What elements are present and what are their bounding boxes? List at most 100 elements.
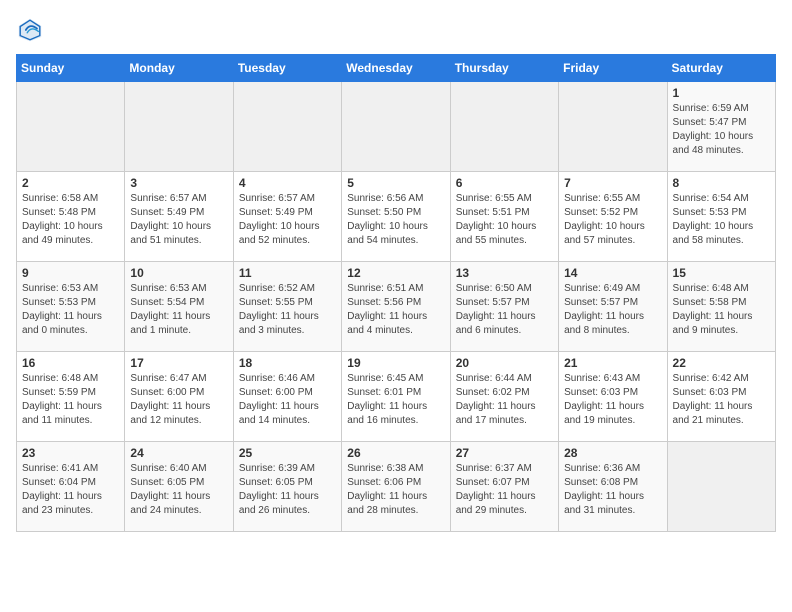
day-number: 5 bbox=[347, 176, 444, 190]
day-info: Sunrise: 6:54 AM Sunset: 5:53 PM Dayligh… bbox=[673, 192, 770, 248]
day-number: 6 bbox=[456, 176, 553, 190]
week-row-4: 16 Sunrise: 6:48 AM Sunset: 5:59 PM Dayli… bbox=[17, 352, 776, 442]
day-info: Sunrise: 6:57 AM Sunset: 5:49 PM Dayligh… bbox=[130, 192, 227, 248]
day-number: 17 bbox=[130, 356, 227, 370]
day-number: 9 bbox=[22, 266, 119, 280]
day-cell: 11Sunrise: 6:52 AM Sunset: 5:55 PM Dayli… bbox=[233, 262, 341, 352]
day-cell bbox=[667, 442, 775, 532]
day-info: Sunrise: 6:53 AM Sunset: 5:54 PM Dayligh… bbox=[130, 282, 227, 338]
day-info: Sunrise: 6:42 AM Sunset: 6:03 PM Dayligh… bbox=[673, 372, 770, 428]
day-info: Sunrise: 6:38 AM Sunset: 6:06 PM Dayligh… bbox=[347, 462, 444, 518]
calendar-table: SundayMondayTuesdayWednesdayThursdayFrid… bbox=[16, 54, 776, 532]
day-info: Sunrise: 6:40 AM Sunset: 6:05 PM Dayligh… bbox=[130, 462, 227, 518]
day-number: 4 bbox=[239, 176, 336, 190]
day-info: Sunrise: 6:57 AM Sunset: 5:49 PM Dayligh… bbox=[239, 192, 336, 248]
day-number: 14 bbox=[564, 266, 661, 280]
day-info: Sunrise: 6:41 AM Sunset: 6:04 PM Dayligh… bbox=[22, 462, 119, 518]
weekday-header-sunday: Sunday bbox=[17, 55, 125, 82]
day-cell: 27 Sunrise: 6:37 AM Sunset: 6:07 PM Dayli… bbox=[450, 442, 558, 532]
day-cell: 22 Sunrise: 6:42 AM Sunset: 6:03 PM Dayli… bbox=[667, 352, 775, 442]
day-number: 18 bbox=[239, 356, 336, 370]
logo-icon bbox=[16, 16, 44, 44]
day-number: 25 bbox=[239, 446, 336, 460]
day-cell: 28 Sunrise: 6:36 AM Sunset: 6:08 PM Dayli… bbox=[559, 442, 667, 532]
day-info: Sunrise: 6:49 AM Sunset: 5:57 PM Dayligh… bbox=[564, 282, 661, 338]
day-cell: 9 Sunrise: 6:53 AM Sunset: 5:53 PM Daylig… bbox=[17, 262, 125, 352]
day-number: 28 bbox=[564, 446, 661, 460]
day-cell: 4 Sunrise: 6:57 AM Sunset: 5:49 PM Daylig… bbox=[233, 172, 341, 262]
day-number: 23 bbox=[22, 446, 119, 460]
day-info: Sunrise: 6:59 AM Sunset: 5:47 PM Dayligh… bbox=[673, 102, 770, 158]
day-info: Sunrise: 6:45 AM Sunset: 6:01 PM Dayligh… bbox=[347, 372, 444, 428]
day-cell: 13 Sunrise: 6:50 AM Sunset: 5:57 PM Dayli… bbox=[450, 262, 558, 352]
day-number: 11 bbox=[239, 266, 336, 280]
day-info: Sunrise: 6:47 AM Sunset: 6:00 PM Dayligh… bbox=[130, 372, 227, 428]
week-row-5: 23 Sunrise: 6:41 AM Sunset: 6:04 PM Dayli… bbox=[17, 442, 776, 532]
day-cell: 18 Sunrise: 6:46 AM Sunset: 6:00 PM Dayli… bbox=[233, 352, 341, 442]
day-cell: 15 Sunrise: 6:48 AM Sunset: 5:58 PM Dayli… bbox=[667, 262, 775, 352]
day-info: Sunrise: 6:55 AM Sunset: 5:52 PM Dayligh… bbox=[564, 192, 661, 248]
day-info: Sunrise: 6:48 AM Sunset: 5:59 PM Dayligh… bbox=[22, 372, 119, 428]
day-number: 7 bbox=[564, 176, 661, 190]
day-cell: 25 Sunrise: 6:39 AM Sunset: 6:05 PM Dayli… bbox=[233, 442, 341, 532]
day-number: 8 bbox=[673, 176, 770, 190]
day-cell: 12 Sunrise: 6:51 AM Sunset: 5:56 PM Dayli… bbox=[342, 262, 450, 352]
day-info: Sunrise: 6:58 AM Sunset: 5:48 PM Dayligh… bbox=[22, 192, 119, 248]
day-number: 12 bbox=[347, 266, 444, 280]
week-row-1: 1Sunrise: 6:59 AM Sunset: 5:47 PM Daylig… bbox=[17, 82, 776, 172]
day-cell: 3 Sunrise: 6:57 AM Sunset: 5:49 PM Daylig… bbox=[125, 172, 233, 262]
weekday-header-thursday: Thursday bbox=[450, 55, 558, 82]
day-cell: 10 Sunrise: 6:53 AM Sunset: 5:54 PM Dayli… bbox=[125, 262, 233, 352]
day-cell: 6Sunrise: 6:55 AM Sunset: 5:51 PM Daylig… bbox=[450, 172, 558, 262]
day-number: 10 bbox=[130, 266, 227, 280]
day-number: 27 bbox=[456, 446, 553, 460]
day-cell bbox=[233, 82, 341, 172]
day-cell: 19Sunrise: 6:45 AM Sunset: 6:01 PM Dayli… bbox=[342, 352, 450, 442]
day-info: Sunrise: 6:39 AM Sunset: 6:05 PM Dayligh… bbox=[239, 462, 336, 518]
day-cell bbox=[559, 82, 667, 172]
day-number: 22 bbox=[673, 356, 770, 370]
day-number: 21 bbox=[564, 356, 661, 370]
day-cell bbox=[125, 82, 233, 172]
day-cell: 8 Sunrise: 6:54 AM Sunset: 5:53 PM Daylig… bbox=[667, 172, 775, 262]
day-info: Sunrise: 6:44 AM Sunset: 6:02 PM Dayligh… bbox=[456, 372, 553, 428]
day-number: 26 bbox=[347, 446, 444, 460]
day-cell: 17 Sunrise: 6:47 AM Sunset: 6:00 PM Dayli… bbox=[125, 352, 233, 442]
day-info: Sunrise: 6:43 AM Sunset: 6:03 PM Dayligh… bbox=[564, 372, 661, 428]
day-cell: 2 Sunrise: 6:58 AM Sunset: 5:48 PM Daylig… bbox=[17, 172, 125, 262]
day-cell: 26 Sunrise: 6:38 AM Sunset: 6:06 PM Dayli… bbox=[342, 442, 450, 532]
day-number: 2 bbox=[22, 176, 119, 190]
day-info: Sunrise: 6:48 AM Sunset: 5:58 PM Dayligh… bbox=[673, 282, 770, 338]
day-number: 16 bbox=[22, 356, 119, 370]
day-info: Sunrise: 6:51 AM Sunset: 5:56 PM Dayligh… bbox=[347, 282, 444, 338]
week-row-3: 9 Sunrise: 6:53 AM Sunset: 5:53 PM Daylig… bbox=[17, 262, 776, 352]
day-cell: 23 Sunrise: 6:41 AM Sunset: 6:04 PM Dayli… bbox=[17, 442, 125, 532]
day-cell bbox=[17, 82, 125, 172]
day-info: Sunrise: 6:53 AM Sunset: 5:53 PM Dayligh… bbox=[22, 282, 119, 338]
weekday-header-row: SundayMondayTuesdayWednesdayThursdayFrid… bbox=[17, 55, 776, 82]
weekday-header-wednesday: Wednesday bbox=[342, 55, 450, 82]
day-cell bbox=[450, 82, 558, 172]
day-cell: 21 Sunrise: 6:43 AM Sunset: 6:03 PM Dayli… bbox=[559, 352, 667, 442]
day-cell: 5 Sunrise: 6:56 AM Sunset: 5:50 PM Daylig… bbox=[342, 172, 450, 262]
day-info: Sunrise: 6:56 AM Sunset: 5:50 PM Dayligh… bbox=[347, 192, 444, 248]
weekday-header-saturday: Saturday bbox=[667, 55, 775, 82]
day-number: 20 bbox=[456, 356, 553, 370]
day-info: Sunrise: 6:37 AM Sunset: 6:07 PM Dayligh… bbox=[456, 462, 553, 518]
day-info: Sunrise: 6:36 AM Sunset: 6:08 PM Dayligh… bbox=[564, 462, 661, 518]
day-cell bbox=[342, 82, 450, 172]
day-cell: 14 Sunrise: 6:49 AM Sunset: 5:57 PM Dayli… bbox=[559, 262, 667, 352]
week-row-2: 2 Sunrise: 6:58 AM Sunset: 5:48 PM Daylig… bbox=[17, 172, 776, 262]
day-number: 24 bbox=[130, 446, 227, 460]
day-cell: 16 Sunrise: 6:48 AM Sunset: 5:59 PM Dayli… bbox=[17, 352, 125, 442]
logo bbox=[16, 16, 48, 44]
day-cell: 7 Sunrise: 6:55 AM Sunset: 5:52 PM Daylig… bbox=[559, 172, 667, 262]
day-info: Sunrise: 6:50 AM Sunset: 5:57 PM Dayligh… bbox=[456, 282, 553, 338]
day-number: 3 bbox=[130, 176, 227, 190]
day-number: 15 bbox=[673, 266, 770, 280]
day-number: 13 bbox=[456, 266, 553, 280]
weekday-header-tuesday: Tuesday bbox=[233, 55, 341, 82]
day-info: Sunrise: 6:46 AM Sunset: 6:00 PM Dayligh… bbox=[239, 372, 336, 428]
day-cell: 20 Sunrise: 6:44 AM Sunset: 6:02 PM Dayli… bbox=[450, 352, 558, 442]
calendar-body: 1Sunrise: 6:59 AM Sunset: 5:47 PM Daylig… bbox=[17, 82, 776, 532]
